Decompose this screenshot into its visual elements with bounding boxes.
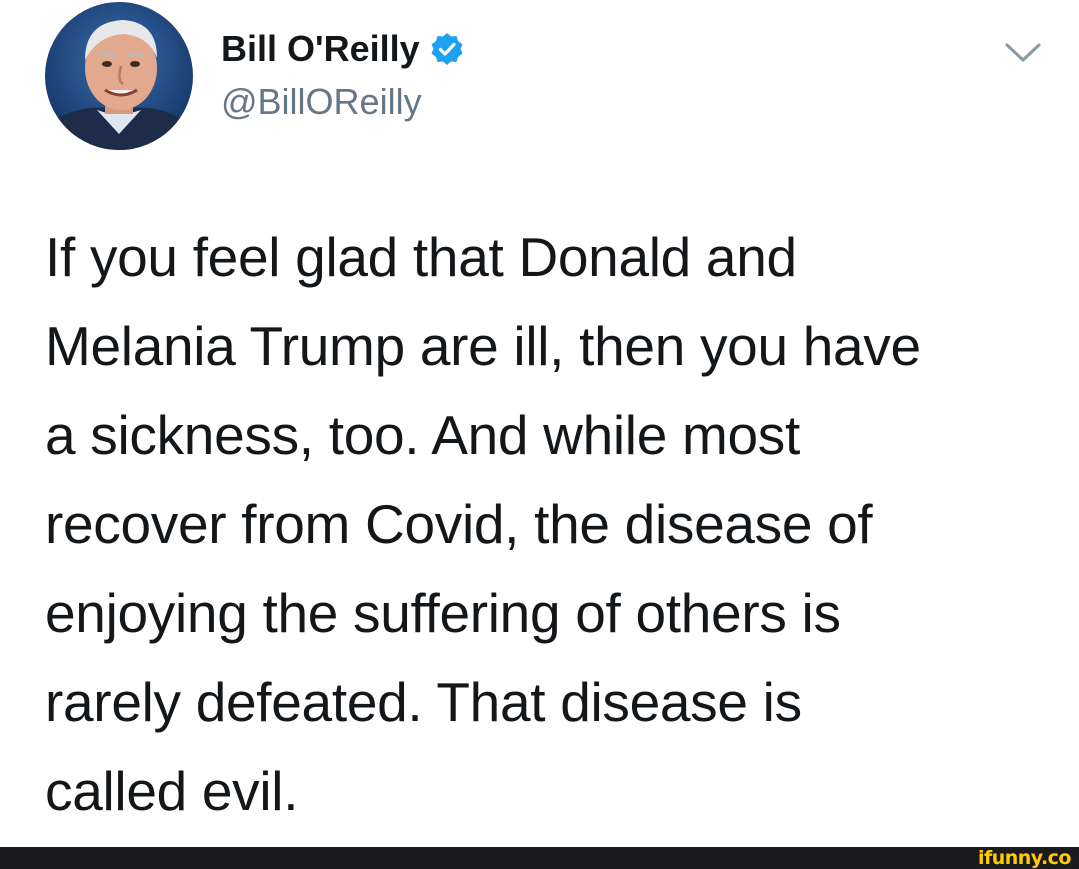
tweet-text-line: called evil. [45, 760, 299, 822]
watermark-bar: ifunny.co [0, 847, 1079, 869]
tweet-card: Bill O'Reilly @BillOReilly If you feel g… [0, 0, 1079, 847]
tweet-text-line: Melania Trump are ill, then you have [45, 315, 921, 377]
tweet-text-line: If you feel glad that Donald and [45, 226, 797, 288]
avatar-photo-icon [45, 2, 193, 150]
author-handle[interactable]: @BillOReilly [221, 80, 422, 124]
tweet-text-line: rarely defeated. That disease is [45, 671, 802, 733]
author-name[interactable]: Bill O'Reilly [221, 27, 420, 71]
ifunny-watermark: ifunny.co [977, 847, 1072, 869]
tweet-text: If you feel glad that Donald and Melania… [45, 213, 1045, 836]
tweet-menu-button[interactable] [1001, 33, 1045, 73]
tweet-text-line: recover from Covid, the disease of [45, 493, 873, 555]
chevron-down-icon [1005, 43, 1041, 62]
tweet-text-line: a sickness, too. And while most [45, 404, 800, 466]
verified-badge-icon [431, 33, 463, 65]
author-name-row: Bill O'Reilly [221, 27, 464, 71]
author-avatar[interactable] [45, 2, 193, 150]
tweet-text-line: enjoying the suffering of others is [45, 582, 841, 644]
